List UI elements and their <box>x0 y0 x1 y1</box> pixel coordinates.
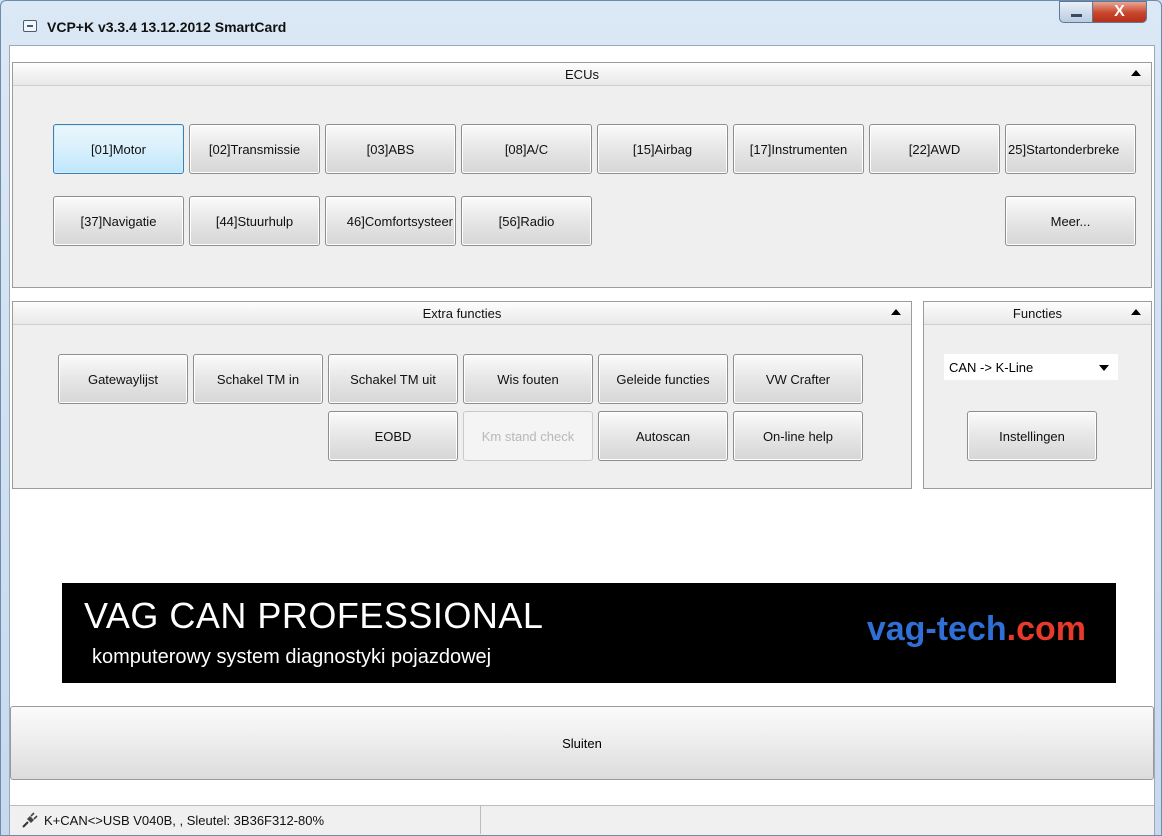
eobd-button[interactable]: EOBD <box>328 411 458 461</box>
ecus-panel-title: ECUs <box>565 66 599 82</box>
ecu-button-15-airbag[interactable]: [15]Airbag <box>597 124 728 174</box>
protocol-select-value: CAN -> K-Line <box>949 359 1034 375</box>
client-area: ECUs [01]Motor [02]Transmissie [03]ABS [… <box>9 45 1155 835</box>
guided-functions-button[interactable]: Geleide functies <box>598 354 728 404</box>
banner-title: VAG CAN PROFESSIONAL <box>84 595 544 636</box>
ecu-button-08-ac[interactable]: [08]A/C <box>461 124 592 174</box>
close-window-button[interactable]: X <box>1092 1 1147 23</box>
window-menu-icon[interactable] <box>23 20 37 32</box>
ecu-button-46-comfortsysteem[interactable]: 46]Comfortsysteer <box>325 196 456 246</box>
settings-button[interactable]: Instellingen <box>967 411 1097 461</box>
ecus-collapse-icon[interactable] <box>1131 70 1141 76</box>
title-bar[interactable]: VCP+K v3.3.4 13.12.2012 SmartCard X <box>1 1 1161 45</box>
extra-functions-title: Extra functies <box>422 305 502 321</box>
banner-subtitle: komputerowy system diagnostyki pojazdowe… <box>92 646 492 668</box>
functions-collapse-icon[interactable] <box>1131 309 1141 315</box>
extra-functions-collapse-icon[interactable] <box>891 309 901 315</box>
minimize-icon <box>1070 14 1082 17</box>
vag-tech-logo: vag-tech.com <box>867 610 1086 649</box>
functions-title: Functies <box>1012 305 1063 321</box>
ecu-button-01-motor[interactable]: [01]Motor <box>53 124 184 174</box>
online-help-button[interactable]: On-line help <box>733 411 863 461</box>
functions-panel: Functies CAN -> K-Line Instellingen <box>923 301 1152 489</box>
logo-part-name: vag-tech <box>866 610 1007 648</box>
ecu-button-17-instrumenten[interactable]: [17]Instrumenten <box>733 124 864 174</box>
plug-icon <box>22 812 38 828</box>
minimize-button[interactable] <box>1059 1 1093 23</box>
gateway-list-button[interactable]: Gatewaylijst <box>58 354 188 404</box>
status-connection: K+CAN<>USB V040B, , Sleutel: 3B36F312-80… <box>10 806 481 834</box>
extra-functions-header[interactable]: Extra functies <box>13 302 911 325</box>
status-text: K+CAN<>USB V040B, , Sleutel: 3B36F312-80… <box>44 812 325 828</box>
ecus-panel-header[interactable]: ECUs <box>13 63 1151 86</box>
ecu-button-44-stuurhulp[interactable]: [44]Stuurhulp <box>189 196 320 246</box>
switch-tm-on-button[interactable]: Schakel TM in <box>193 354 323 404</box>
ecu-button-37-navigatie[interactable]: [37]Navigatie <box>53 196 184 246</box>
ecu-button-02-transmissie[interactable]: [02]Transmissie <box>189 124 320 174</box>
protocol-select[interactable]: CAN -> K-Line <box>944 354 1118 380</box>
chevron-down-icon[interactable] <box>1099 365 1109 371</box>
autoscan-button[interactable]: Autoscan <box>598 411 728 461</box>
functions-header[interactable]: Functies <box>924 302 1151 325</box>
switch-tm-off-button[interactable]: Schakel TM uit <box>328 354 458 404</box>
logo-part-domain: .com <box>1006 610 1086 648</box>
app-window: VCP+K v3.3.4 13.12.2012 SmartCard X ECUs… <box>0 0 1162 836</box>
close-button[interactable]: Sluiten <box>10 706 1154 780</box>
ecu-button-03-abs[interactable]: [03]ABS <box>325 124 456 174</box>
window-title: VCP+K v3.3.4 13.12.2012 SmartCard <box>47 19 287 35</box>
ecu-button-25-startonderbreker[interactable]: 25]Startonderbreke <box>1005 124 1136 174</box>
status-bar: K+CAN<>USB V040B, , Sleutel: 3B36F312-80… <box>10 805 1154 835</box>
vw-crafter-button[interactable]: VW Crafter <box>733 354 863 404</box>
clear-faults-button[interactable]: Wis fouten <box>463 354 593 404</box>
km-stand-check-button[interactable]: Km stand check <box>463 411 593 461</box>
ecus-panel: ECUs [01]Motor [02]Transmissie [03]ABS [… <box>12 62 1152 288</box>
ecu-button-56-radio[interactable]: [56]Radio <box>461 196 592 246</box>
product-banner: VAG CAN PROFESSIONAL komputerowy system … <box>62 583 1116 683</box>
close-icon: X <box>1114 3 1125 20</box>
ecu-button-22-awd[interactable]: [22]AWD <box>869 124 1000 174</box>
extra-functions-panel: Extra functies Gatewaylijst Schakel TM i… <box>12 301 912 489</box>
more-ecus-button[interactable]: Meer... <box>1005 196 1136 246</box>
